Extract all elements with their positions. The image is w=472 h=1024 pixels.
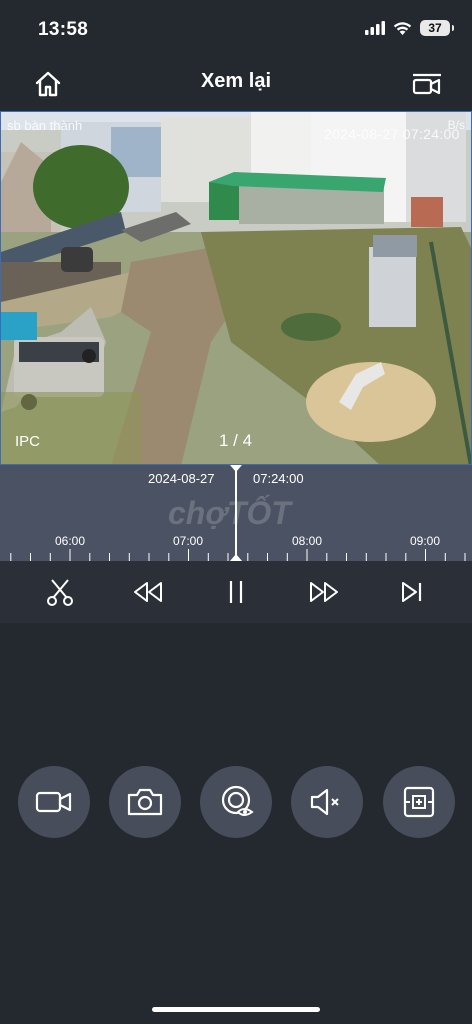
record-video-button[interactable]	[18, 766, 90, 838]
mute-button[interactable]	[291, 766, 363, 838]
timeline-cursor-time: 07:24:00	[253, 471, 304, 486]
fast-forward-button[interactable]	[307, 575, 341, 609]
rewind-button[interactable]	[131, 575, 165, 609]
pause-button[interactable]	[219, 575, 253, 609]
playback-timeline[interactable]: 2024-08-27 07:24:00 chợTỐT 06:00 07:00 0…	[0, 465, 472, 561]
wifi-icon	[393, 22, 412, 35]
osd-bitrate: B/s	[447, 118, 465, 132]
pause-icon	[229, 581, 243, 603]
digital-zoom-button[interactable]	[383, 766, 455, 838]
action-buttons	[0, 766, 472, 838]
timeline-hour-label: 06:00	[54, 534, 86, 548]
timeline-hour-label: 08:00	[291, 534, 323, 548]
video-player[interactable]: sb bàn thành 2024-08-27 07:24:00 B/s IPC…	[0, 111, 472, 465]
camera-name-overlay: sb bàn thành	[7, 118, 83, 133]
timeline-cursor-marker-bottom	[230, 554, 242, 561]
digital-zoom-icon	[403, 786, 435, 818]
timeline-cursor-marker-top	[230, 465, 242, 472]
eye-record-icon	[221, 785, 254, 816]
skip-next-icon	[402, 582, 422, 602]
status-icons: 37	[365, 20, 454, 36]
camera-feed-image	[1, 112, 471, 464]
watermark: chợTỐT	[168, 495, 291, 531]
clip-button[interactable]	[43, 575, 77, 609]
battery-indicator: 37	[420, 20, 454, 36]
timeline-date: 2024-08-27	[148, 471, 215, 486]
home-indicator	[152, 1007, 320, 1012]
playback-list-button[interactable]	[410, 68, 444, 100]
status-bar: 13:58 37	[0, 0, 472, 58]
playback-controls	[0, 561, 472, 623]
skip-next-button[interactable]	[395, 575, 429, 609]
camera-icon	[127, 788, 163, 816]
signal-icon	[365, 21, 385, 35]
osd-datetime: 2024-08-27 07:24:00	[324, 126, 460, 142]
timeline-hour-label: 09:00	[409, 534, 441, 548]
mute-icon	[310, 788, 339, 816]
snapshot-button[interactable]	[109, 766, 181, 838]
header: Xem lại	[0, 58, 472, 110]
rewind-icon	[134, 582, 162, 602]
page-indicator: 1 / 4	[219, 431, 253, 450]
timeline-cursor[interactable]	[235, 465, 237, 561]
video-source-label: IPC	[15, 433, 41, 450]
monitor-view-button[interactable]	[200, 766, 272, 838]
page-title: Xem lại	[200, 70, 272, 92]
status-time: 13:58	[38, 19, 89, 40]
scissors-icon	[47, 579, 73, 606]
video-list-icon	[412, 73, 441, 95]
timeline-hour-label: 07:00	[172, 534, 204, 548]
video-record-icon	[35, 791, 72, 813]
fast-forward-icon	[310, 582, 338, 602]
